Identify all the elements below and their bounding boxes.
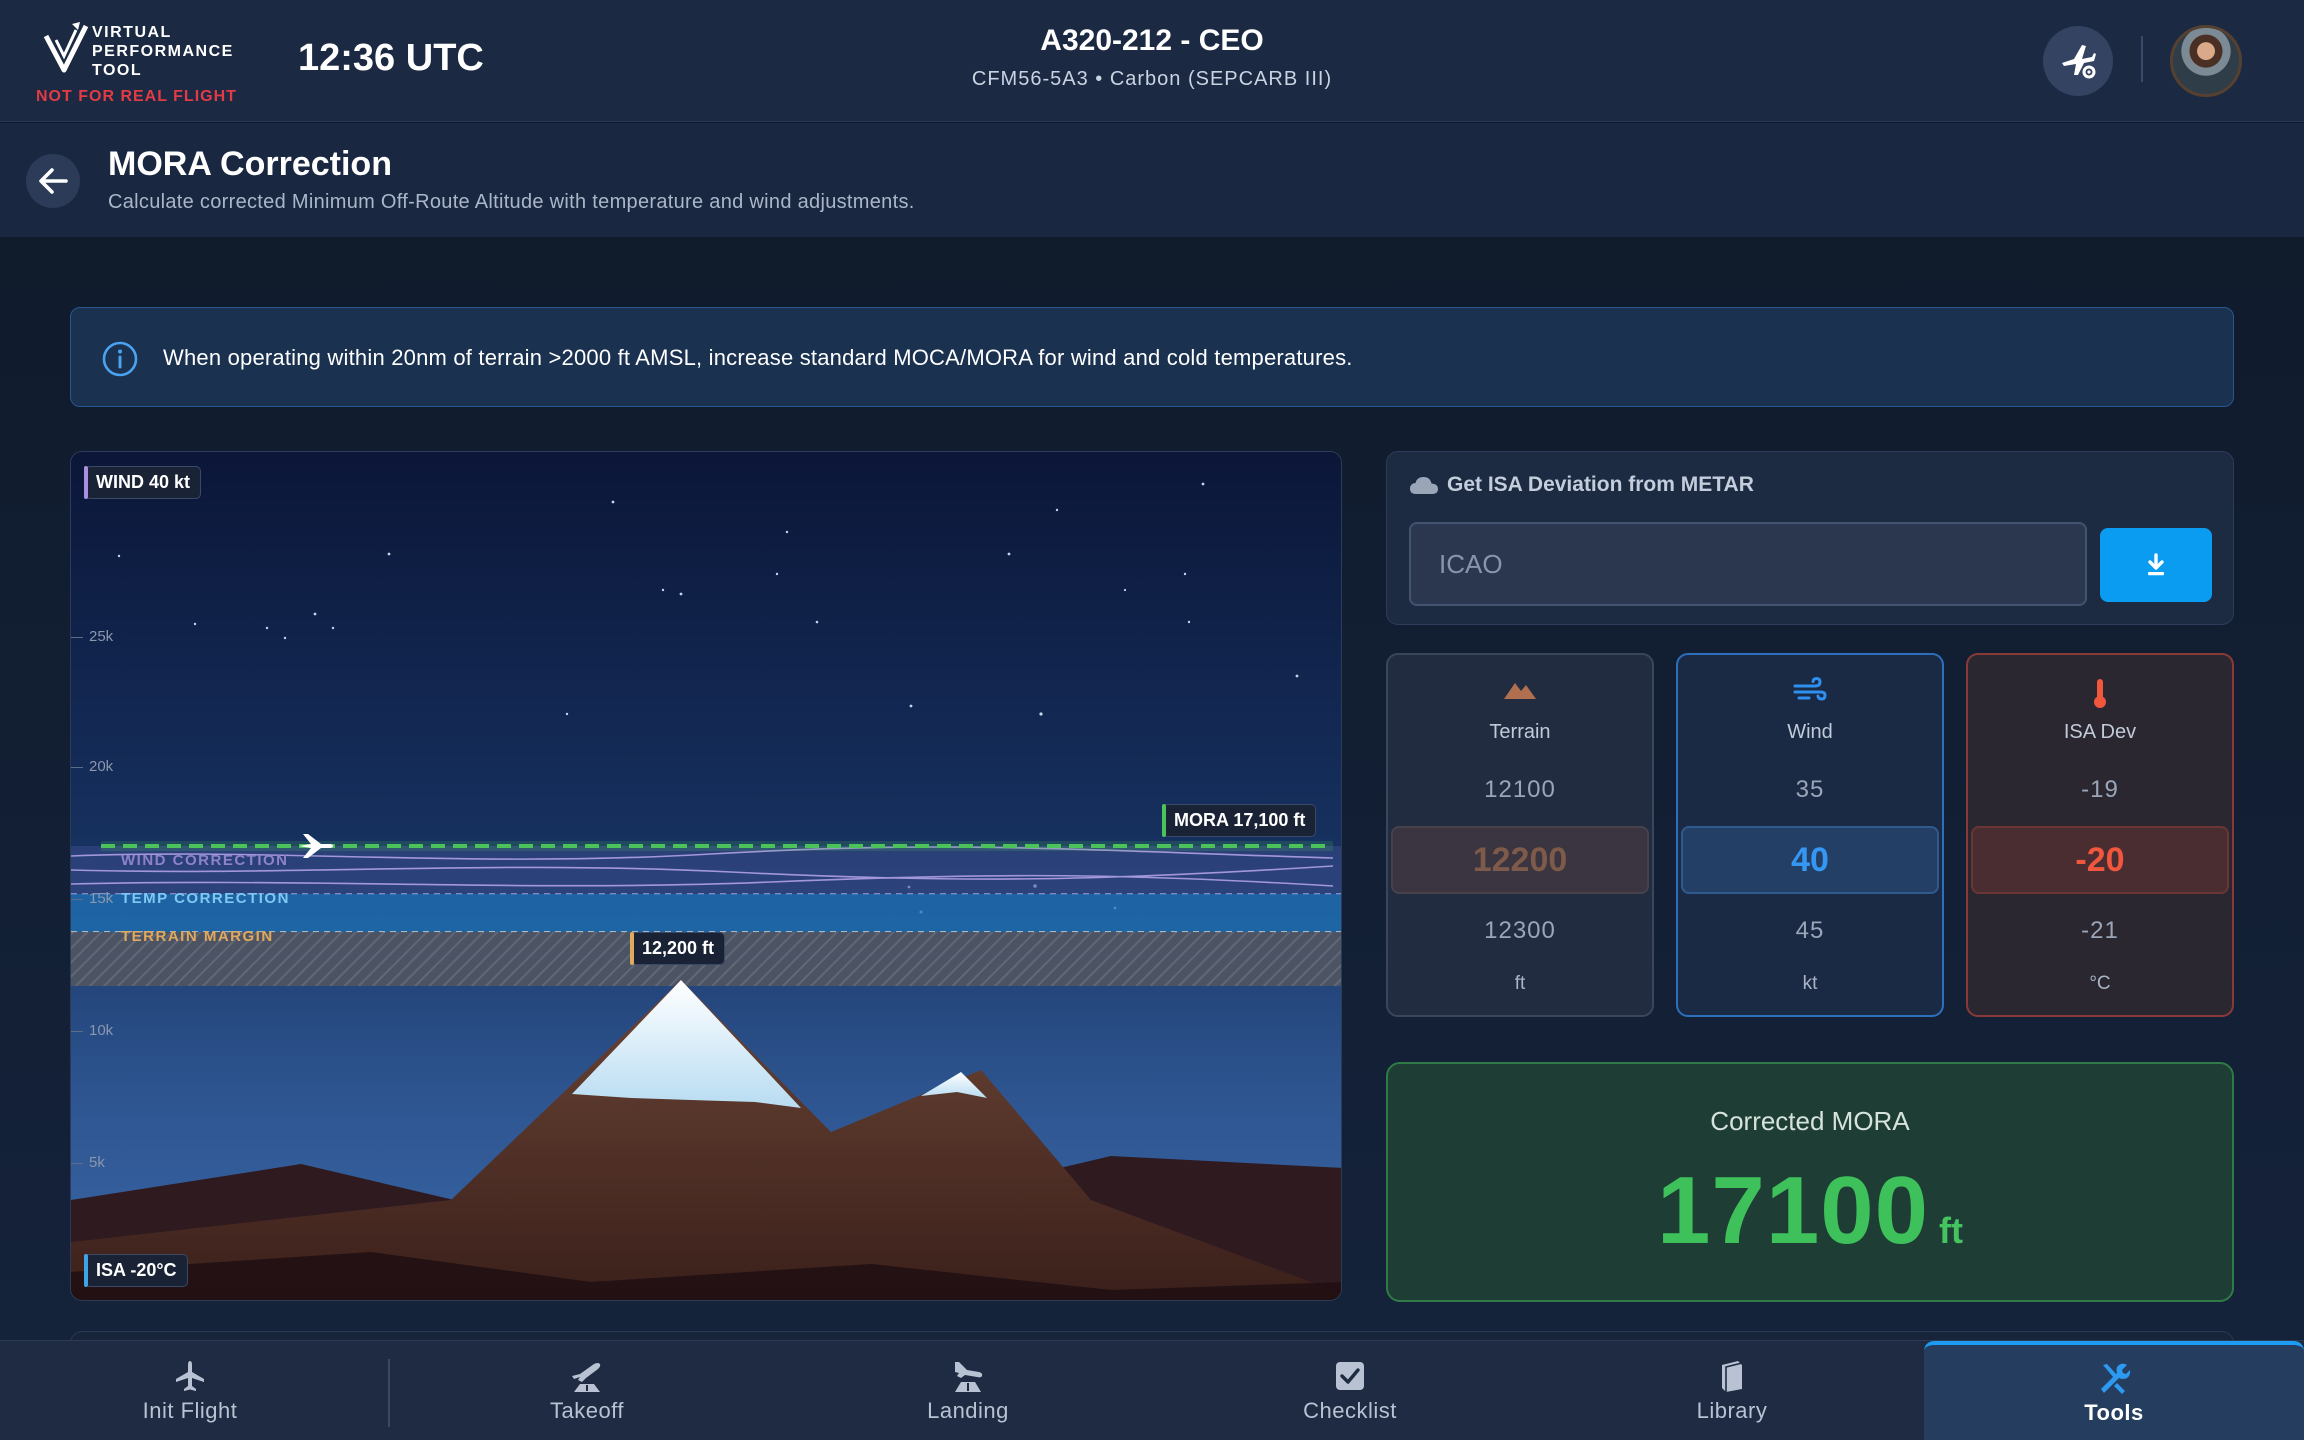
arrow-left-icon	[39, 168, 68, 194]
nav-tools[interactable]: Tools	[1924, 1341, 2304, 1440]
altitude-tick: 10k	[71, 1022, 114, 1039]
metar-title: Get ISA Deviation from METAR	[1447, 473, 1754, 496]
altitude-tick: 20k	[71, 758, 114, 775]
terrain-option-above[interactable]: 12100	[1388, 776, 1652, 804]
mora-visualization: 25k 20k 15k 10k 5k WIND CORRECTION TEMP …	[70, 451, 1342, 1301]
corrected-mora-unit: ft	[1938, 1210, 1963, 1251]
terrain-unit: ft	[1514, 973, 1526, 994]
mora-chip-text: MORA 17,100 ft	[1174, 810, 1306, 830]
page-title-bar: MORA Correction Calculate corrected Mini…	[0, 123, 2304, 237]
wind-unit: kt	[1802, 973, 1818, 994]
isa-chip: ISA -20°C	[84, 1254, 188, 1287]
isa-deviation-picker[interactable]: ISA Dev -19 -20 -21 °C	[1966, 653, 2234, 1017]
top-bar: VIRTUAL PERFORMANCE TOOL NOT FOR REAL FL…	[0, 0, 2304, 122]
info-circle-icon	[102, 341, 138, 377]
isa-selected-value[interactable]: -20	[1971, 826, 2229, 894]
wind-option-below[interactable]: 45	[1678, 917, 1942, 945]
library-icon	[1722, 1361, 1743, 1392]
isa-unit: °C	[2089, 973, 2111, 994]
metar-card: Get ISA Deviation from METAR	[1386, 451, 2234, 625]
nav-divider	[388, 1359, 390, 1427]
nav-takeoff[interactable]: Takeoff	[398, 1341, 776, 1440]
tools-icon	[2101, 1363, 2131, 1394]
terrain-label: Terrain	[1489, 721, 1551, 743]
info-text: When operating within 20nm of terrain >2…	[163, 345, 1353, 370]
terrain-scene	[71, 452, 1341, 1300]
nav-label: Tools	[2084, 1400, 2144, 1425]
aircraft-title: A320-212 - CEO	[1040, 24, 1264, 57]
back-button[interactable]	[26, 154, 80, 208]
download-icon	[2148, 553, 2164, 576]
terrain-selected-value[interactable]: 12200	[1391, 826, 1649, 894]
wind-option-above[interactable]: 35	[1678, 776, 1942, 804]
corrected-mora-title: Corrected MORA	[1710, 1106, 1910, 1136]
terrain-chip-text: 12,200 ft	[642, 938, 715, 958]
wind-picker[interactable]: Wind 35 40 45 kt	[1676, 653, 1944, 1017]
isa-option-below[interactable]: -21	[1968, 917, 2232, 945]
nav-label: Init Flight	[142, 1398, 238, 1423]
corrected-mora-value: 17100 ft	[1388, 1156, 2232, 1266]
page-title: MORA Correction	[108, 145, 392, 183]
nav-checklist[interactable]: Checklist	[1160, 1341, 1540, 1440]
main-content: When operating within 20nm of terrain >2…	[0, 237, 2304, 1371]
isa-chip-text: ISA -20°C	[96, 1260, 177, 1280]
checkbox-icon	[1336, 1362, 1364, 1390]
nav-init-flight[interactable]: Init Flight	[0, 1341, 380, 1440]
nav-label: Checklist	[1303, 1398, 1397, 1423]
corrected-mora-number: 17100	[1657, 1157, 1929, 1264]
altitude-tick: 25k	[71, 628, 114, 645]
user-avatar[interactable]	[2170, 25, 2242, 97]
header-divider	[2141, 36, 2143, 82]
aircraft-subtitle: CFM56-5A3 • Carbon (SEPCARB III)	[971, 68, 1333, 90]
bottom-navigation: Init Flight Takeoff Landing Checklist Li…	[0, 1340, 2304, 1440]
nav-library[interactable]: Library	[1542, 1341, 1922, 1440]
mora-chip: MORA 17,100 ft	[1162, 804, 1317, 837]
nav-label: Takeoff	[549, 1398, 625, 1423]
corrected-mora-card: Corrected MORA 17100 ft	[1386, 1062, 2234, 1302]
altitude-tick: 15k	[71, 890, 114, 907]
isa-deviation-label: ISA Dev	[2063, 721, 2137, 743]
thermometer-icon	[2094, 679, 2106, 708]
wind-correction-label: WIND CORRECTION	[121, 852, 289, 869]
terrain-option-below[interactable]: 12300	[1388, 917, 1652, 945]
nav-label: Library	[1696, 1398, 1768, 1423]
landing-icon	[955, 1362, 983, 1392]
takeoff-icon	[572, 1363, 601, 1392]
wind-chip-text: WIND 40 kt	[96, 472, 191, 492]
page-subtitle: Calculate corrected Minimum Off-Route Al…	[108, 191, 915, 213]
wind-selected-value[interactable]: 40	[1681, 826, 1939, 894]
nav-landing[interactable]: Landing	[778, 1341, 1158, 1440]
airplane-gear-icon	[2062, 45, 2096, 79]
info-banner: When operating within 20nm of terrain >2…	[70, 307, 2234, 407]
wind-icon	[1793, 677, 1827, 701]
wind-label: Wind	[1787, 721, 1833, 743]
icao-input[interactable]	[1409, 522, 2087, 606]
airplane-icon	[176, 1361, 204, 1391]
mountain-icon	[1504, 683, 1536, 699]
wind-chip: WIND 40 kt	[84, 466, 202, 499]
altitude-tick: 5k	[71, 1154, 105, 1171]
isa-option-above[interactable]: -19	[1968, 776, 2232, 804]
terrain-altitude-chip: 12,200 ft	[630, 932, 726, 965]
aircraft-settings-button[interactable]	[2043, 26, 2113, 96]
fetch-metar-button[interactable]	[2100, 528, 2212, 602]
cloud-icon	[1410, 477, 1438, 494]
nav-label: Landing	[927, 1398, 1009, 1423]
terrain-picker[interactable]: Terrain 12100 12200 12300 ft	[1386, 653, 1654, 1017]
terrain-margin-label: TERRAIN MARGIN	[121, 928, 274, 945]
temp-correction-label: TEMP CORRECTION	[121, 890, 290, 907]
